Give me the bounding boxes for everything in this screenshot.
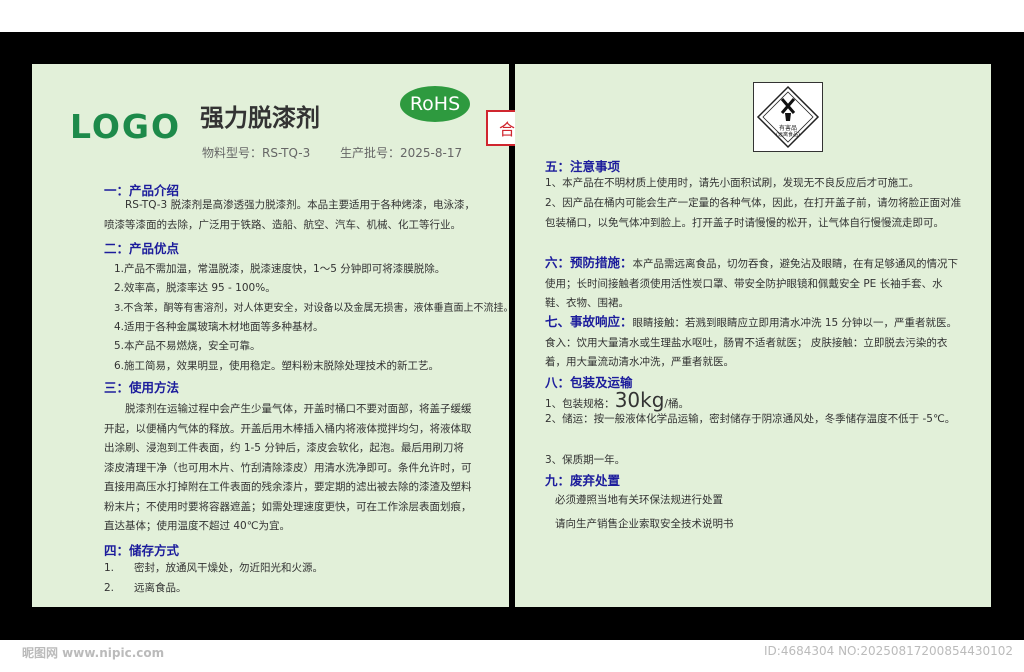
disposal-item: 请向生产销售企业索取安全技术说明书 <box>555 518 734 530</box>
section-heading-advantages: 二：产品优点 <box>104 241 180 256</box>
packaging-spec-unit: /桶。 <box>664 398 689 410</box>
rohs-badge: RoHS <box>400 86 470 122</box>
right-panel: 有害品 (远离食品) 五：注意事项 1、本产品在不明材质上使用时，请先小面积试刷… <box>515 64 991 607</box>
storage-item: 2. 远离食品。 <box>104 582 187 594</box>
advantage-item: 5.本产品不易燃烧，安全可靠。 <box>114 340 261 352</box>
watermark-right: ID:4684304 NO:20250817200854430102 <box>764 644 1014 658</box>
advantage-item: 2.效率高，脱漆率达 95 - 100%。 <box>114 282 276 294</box>
product-title: 强力脱漆剂 <box>200 104 320 132</box>
prevention-block: 六：预防措施：本产品需远离食品，切勿吞食，避免沾及眼睛，在有足够通风的情况下使用… <box>545 253 963 314</box>
storage-item: 1. 密封，放通风干燥处，勿近阳光和火源。 <box>104 562 324 574</box>
material-number: 物料型号：RS-TQ-3 <box>202 146 311 160</box>
section-heading-notes: 五：注意事项 <box>545 159 621 174</box>
section-heading-storage: 四：储存方式 <box>104 543 180 558</box>
packaging-item: 3、保质期一年。 <box>545 454 626 466</box>
logo: LOGO <box>70 107 182 146</box>
left-panel: LOGO 强力脱漆剂 RoHS 物料型号：RS-TQ-3 生产批号：2025-8… <box>32 64 509 607</box>
hazard-label: 有害品 (远离食品) <box>753 82 823 152</box>
packaging-spec-value: 30kg <box>614 388 665 412</box>
hazard-subtext: (远离食品) <box>776 132 800 138</box>
intro-text: RS-TQ-3 脱漆剂是高渗透强力脱漆剂。本品主要适用于各种烤漆，电泳漆，喷漆等… <box>104 199 476 231</box>
advantage-item: 1.产品不需加温，常温脱漆，脱漆速度快，1～5 分钟即可将漆膜脱除。 <box>114 263 446 275</box>
advantage-item: 4.适用于各种金属玻璃木材地面等多种基材。 <box>114 321 324 333</box>
packaging-spec-label: 1、包装规格： <box>545 398 615 410</box>
section-heading-prevention: 六：预防措施： <box>545 255 633 270</box>
section-heading-disposal: 九：废弃处置 <box>545 473 621 488</box>
advantage-item: 3.不含苯，酮等有害溶剂，对人体更安全，对设备以及金属无损害，液体垂直面上不流挂… <box>114 303 509 314</box>
usage-text: 脱漆剂在运输过程中会产生少量气体，开盖时桶口不要对面部，将盖子缓缓开起，以便桶内… <box>104 403 472 532</box>
response-block: 七、事故响应：眼睛接触：若溅到眼睛应立即用清水冲洗 15 分钟以一，严重者就医。… <box>545 312 963 373</box>
watermark-left: 昵图网 www.nipic.com <box>22 646 165 660</box>
section-heading-usage: 三：使用方法 <box>104 380 180 395</box>
advantage-item: 6.施工简易，效果明显，使用稳定。塑料粉末脱除处理技术的新工艺。 <box>114 360 440 372</box>
hazard-diamond-icon <box>756 85 820 149</box>
packaging-item: 2、储运：按一般液体化学品运输，密封储存于阴凉通风处，冬季储存温度不低于 -5℃… <box>545 413 956 425</box>
packaging-spec: 1、包装规格：30kg/桶。 <box>545 388 689 412</box>
notes-item: 2、因产品在桶内可能会生产一定量的各种气体，因此，在打开盖子前，请勿将脸正面对准… <box>545 197 962 229</box>
batch-number: 生产批号：2025-8-17 <box>340 146 463 160</box>
disposal-item: 必须遵照当地有关环保法规进行处置 <box>555 494 723 506</box>
notes-item: 1、本产品在不明材质上使用时，请先小面积试刷，发现无不良反应后才可施工。 <box>545 177 920 189</box>
section-heading-response: 七、事故响应： <box>545 314 633 329</box>
